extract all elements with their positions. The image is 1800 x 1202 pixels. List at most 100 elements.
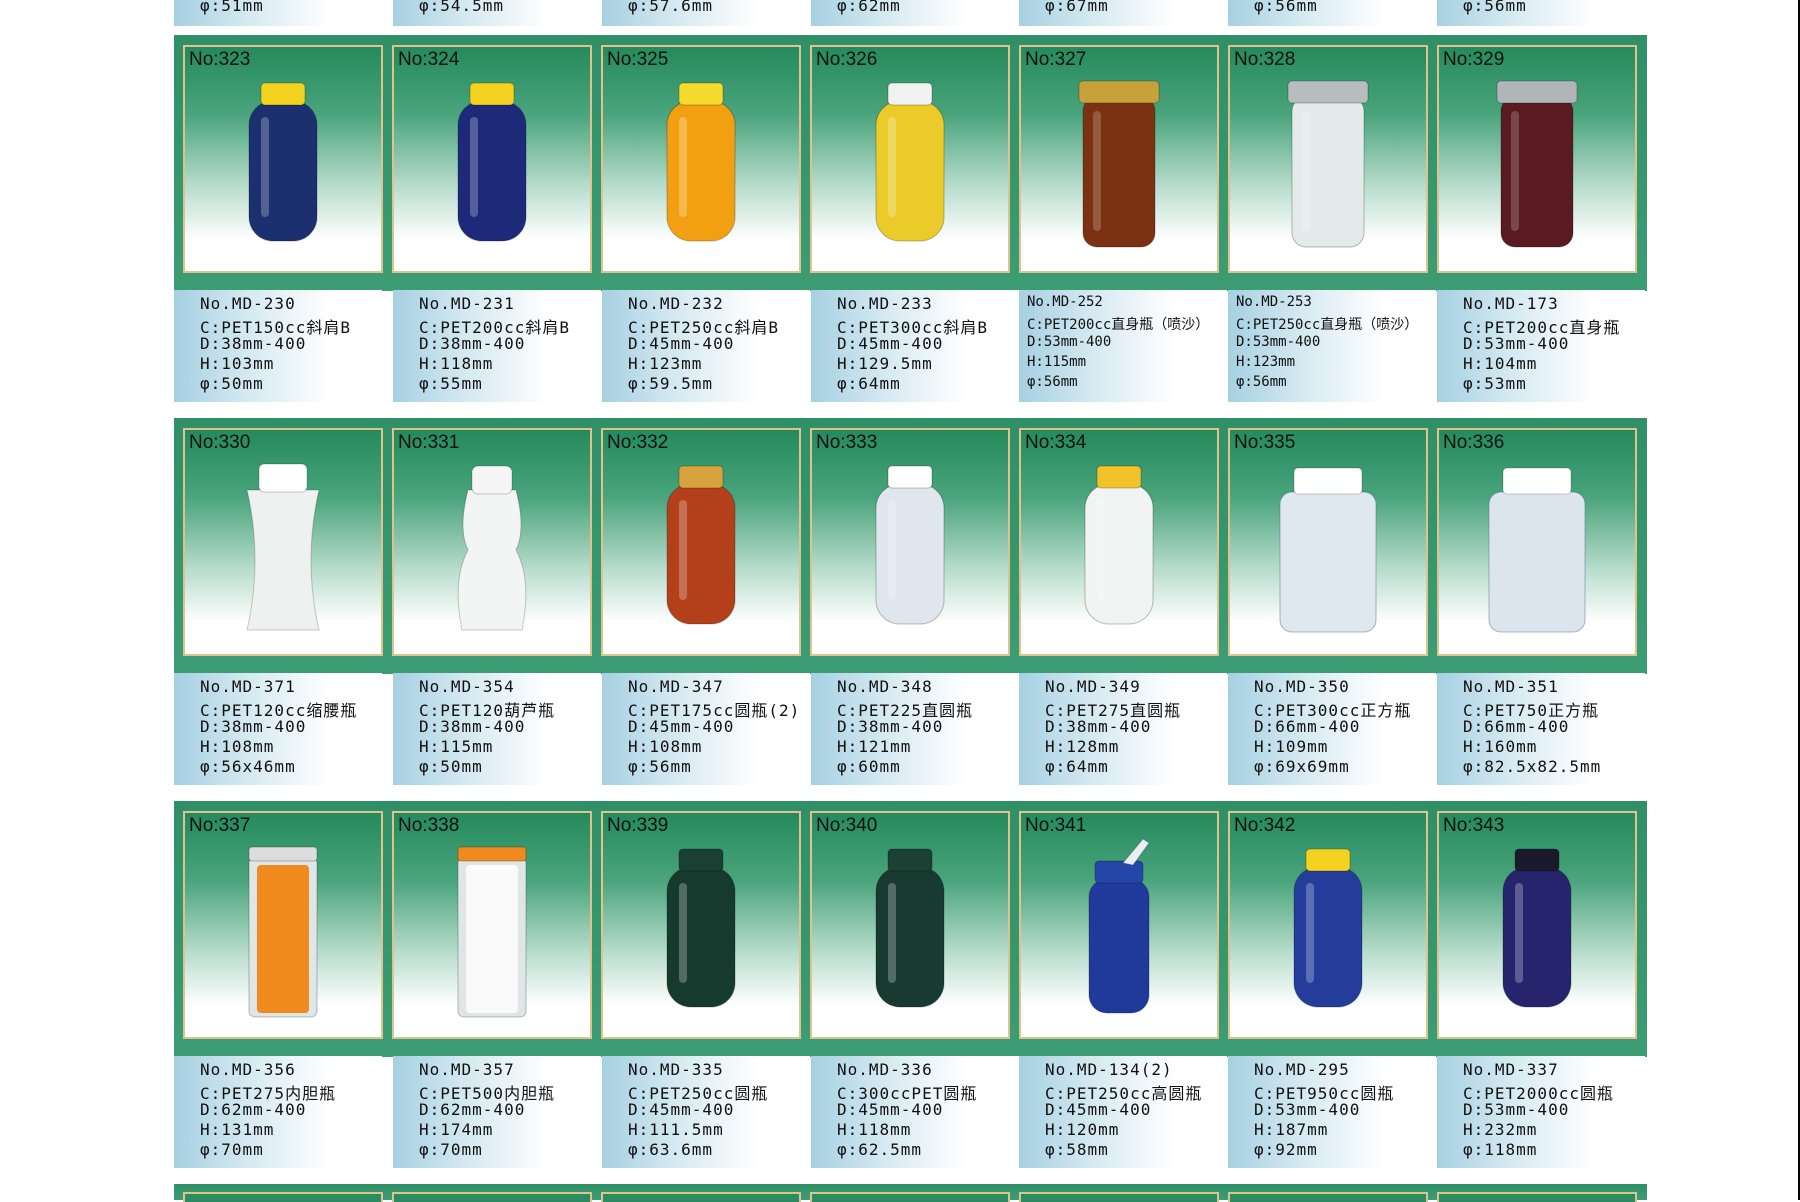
bottle-image: [248, 82, 318, 242]
spec-neck: D:38mm-400: [200, 717, 307, 736]
spec-height: H:104mm: [1463, 354, 1538, 373]
spec-diameter: φ:50mm: [419, 757, 483, 776]
spec-diameter: φ:59.5mm: [628, 374, 714, 393]
spec-neck: D:45mm-400: [1045, 1100, 1152, 1119]
spec-neck: D:53mm-400: [1236, 334, 1321, 350]
spec-neck: D:53mm-400: [1463, 334, 1570, 353]
spec-code: No.MD-253: [1236, 294, 1312, 310]
spec-code: No.MD-295: [1254, 1060, 1350, 1079]
spec-diameter: φ:118mm: [1463, 1140, 1538, 1159]
product-card[interactable]: No:339: [601, 811, 801, 1039]
product-card[interactable]: No:343: [1437, 811, 1637, 1039]
spec-band-row-2: No.MD-371 C:PET120cc缩腰瓶 D:38mm-400 H:108mm φ…: [174, 673, 1647, 793]
bottle-image: [1279, 467, 1377, 633]
product-card[interactable]: No:340: [810, 811, 1010, 1039]
product-spec: No.MD-173 C:PET200cc直身瓶 D:53mm-400 H:104mm φ…: [1437, 290, 1645, 402]
product-spec: No.MD-354 C:PET120葫芦瓶 D:38mm-400 H:115mm φ:5…: [393, 673, 601, 785]
product-card[interactable]: No:331: [392, 428, 592, 656]
product-card[interactable]: No:337: [183, 811, 383, 1039]
product-card[interactable]: No:335: [1228, 428, 1428, 656]
spec-code: No.MD-349: [1045, 677, 1141, 696]
spec-code: No.MD-232: [628, 294, 724, 313]
section-row-1: No:323 No:324 No:325 No:326 No:327 No:328 No:3…: [174, 35, 1647, 291]
product-card[interactable]: No:334: [1019, 428, 1219, 656]
spec-height: H:115mm: [419, 737, 494, 756]
product-card[interactable]: No:329: [1437, 45, 1637, 273]
product-spec: No.MD-356 C:PET275内胆瓶 D:62mm-400 H:131mm φ:7…: [174, 1056, 382, 1168]
product-card[interactable]: No:327: [1019, 45, 1219, 273]
spec-neck: D:66mm-400: [1463, 717, 1570, 736]
spec-capacity: C:PET250cc直身瓶（喷沙）: [1236, 317, 1419, 333]
spec-diameter: φ:70mm: [419, 1140, 483, 1159]
product-card[interactable]: No:332: [601, 428, 801, 656]
bottle-image: [875, 848, 945, 1008]
product-card[interactable]: No:341: [1019, 811, 1219, 1039]
spec-diameter: φ:53mm: [1463, 374, 1527, 393]
product-card[interactable]: No:330: [183, 428, 383, 656]
product-card-partial: [601, 1192, 801, 1202]
bottle-image: [666, 848, 736, 1008]
product-card[interactable]: No:326: [810, 45, 1010, 273]
spec-band-row-3: No.MD-356 C:PET275内胆瓶 D:62mm-400 H:131mm φ:7…: [174, 1056, 1647, 1176]
spec-height: H:111.5mm: [628, 1120, 724, 1139]
spec-neck: D:45mm-400: [837, 1100, 944, 1119]
spec-code: No.MD-347: [628, 677, 724, 696]
product-spec: No.MD-350 C:PET300cc正方瓶 D:66mm-400 H:109mm φ…: [1228, 673, 1436, 785]
spec-height: H:160mm: [1463, 737, 1538, 756]
product-spec: No.MD-357 C:PET500内胆瓶 D:62mm-400 H:174mm φ:7…: [393, 1056, 601, 1168]
spec-height: H:128mm: [1045, 737, 1120, 756]
product-card[interactable]: No:338: [392, 811, 592, 1039]
spec-neck: D:62mm-400: [200, 1100, 307, 1119]
spec-height: H:129.5mm: [837, 354, 933, 373]
spec-code: No.MD-354: [419, 677, 515, 696]
bottle-image: [666, 465, 736, 625]
bottle-image: [1502, 848, 1572, 1008]
spec-diameter: φ:56mm: [1027, 374, 1078, 390]
product-spec: No.MD-233 C:PET300cc斜肩B D:45mm-400 H:129.5m…: [811, 290, 1019, 402]
spec-code: No.MD-348: [837, 677, 933, 696]
spec-height: H:123mm: [1236, 354, 1296, 370]
section-row-2: No:330 No:331 No:332 No:333 No:334 No:335 No:3…: [174, 418, 1647, 674]
section-row-4-partial: [174, 1184, 1647, 1202]
spec-code: No.MD-252: [1027, 294, 1103, 310]
top-spec-strip: φ:51mm φ:54.5mm φ:57.6mm φ:62mm φ:67mm φ:56mm…: [174, 0, 1647, 28]
product-spec: No.MD-335 C:PET250cc圆瓶 D:45mm-400 H:111.5mm…: [602, 1056, 810, 1168]
product-spec: No.MD-253 C:PET250cc直身瓶（喷沙） D:53mm-400 H:12…: [1228, 290, 1436, 402]
spec-height: H:121mm: [837, 737, 912, 756]
product-card[interactable]: No:324: [392, 45, 592, 273]
spec-code: No.MD-233: [837, 294, 933, 313]
spec-code: No.MD-351: [1463, 677, 1559, 696]
product-spec: No.MD-351 C:PET750正方瓶 D:66mm-400 H:160mm φ:8…: [1437, 673, 1645, 785]
product-card[interactable]: No:333: [810, 428, 1010, 656]
bottle-image: [666, 82, 736, 242]
spec-diameter: φ:62.5mm: [837, 1140, 923, 1159]
product-card-partial: [810, 1192, 1010, 1202]
product-card[interactable]: No:342: [1228, 811, 1428, 1039]
spec-neck: D:62mm-400: [419, 1100, 526, 1119]
product-spec: No.MD-295 C:PET950cc圆瓶 D:53mm-400 H:187mm φ:…: [1228, 1056, 1436, 1168]
spec-diameter: φ:56mm: [1236, 374, 1287, 390]
product-card[interactable]: No:325: [601, 45, 801, 273]
top-spec-box: φ:56mm: [1437, 0, 1645, 26]
spec-height: H:115mm: [1027, 354, 1087, 370]
bottle-image: [1084, 465, 1154, 625]
spec-neck: D:53mm-400: [1463, 1100, 1570, 1119]
spec-diameter: φ:62mm: [837, 0, 901, 15]
product-spec: No.MD-232 C:PET250cc斜肩B D:45mm-400 H:123mm φ…: [602, 290, 810, 402]
bottle-image: [246, 463, 320, 631]
product-card[interactable]: No:336: [1437, 428, 1637, 656]
spec-height: H:103mm: [200, 354, 275, 373]
product-card[interactable]: No:323: [183, 45, 383, 273]
bottle-image: [875, 465, 945, 625]
bottle-image: [1078, 80, 1160, 248]
product-card-partial: [392, 1192, 592, 1202]
bottle-image: [1287, 80, 1369, 248]
spec-diameter: φ:63.6mm: [628, 1140, 714, 1159]
spec-neck: D:53mm-400: [1254, 1100, 1361, 1119]
product-card[interactable]: No:328: [1228, 45, 1428, 273]
spec-band-row-1: No.MD-230 C:PET150cc斜肩B D:38mm-400 H:103mm φ…: [174, 290, 1647, 410]
spec-code: No.MD-173: [1463, 294, 1559, 313]
product-spec: No.MD-337 C:PET2000cc圆瓶 D:53mm-400 H:232mm φ…: [1437, 1056, 1645, 1168]
product-spec: No.MD-252 C:PET200cc直身瓶（喷沙） D:53mm-400 H:11…: [1019, 290, 1227, 402]
spec-diameter: φ:56mm: [1254, 0, 1318, 15]
